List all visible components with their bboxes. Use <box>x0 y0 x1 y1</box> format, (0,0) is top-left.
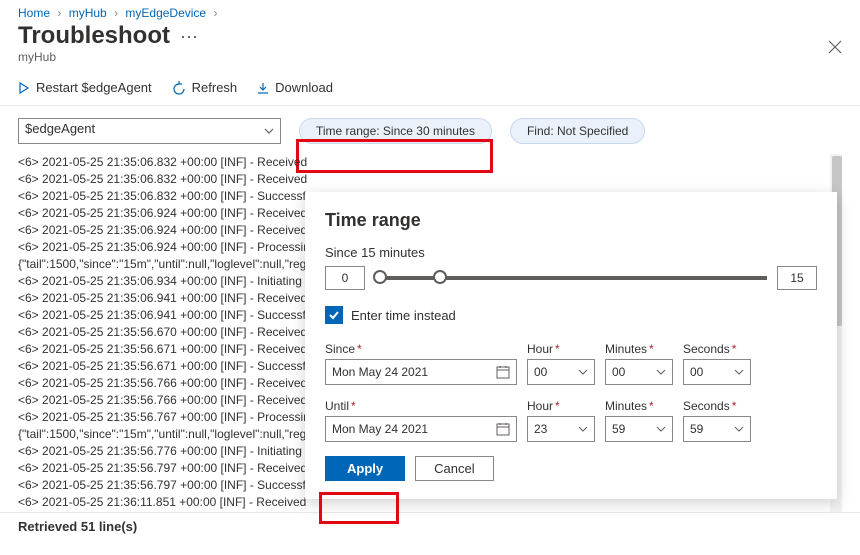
since-slider-label: Since 15 minutes <box>325 245 817 260</box>
check-icon <box>328 309 340 321</box>
chevron-right-icon: › <box>114 6 118 20</box>
chevron-right-icon: › <box>213 6 217 20</box>
status-line: Retrieved 51 line(s) <box>0 512 860 540</box>
since-sec-label: Seconds* <box>683 342 751 356</box>
breadcrumb-device[interactable]: myEdgeDevice <box>125 6 206 20</box>
until-date-input[interactable]: Mon May 24 2021 <box>325 416 517 442</box>
chevron-right-icon: › <box>57 6 61 20</box>
log-line: <6> 2021-05-25 21:35:06.832 +00:00 [INF]… <box>18 154 842 171</box>
more-icon[interactable]: ⋯ <box>180 27 199 48</box>
breadcrumb-home[interactable]: Home <box>18 6 50 20</box>
until-hour-select[interactable]: 23 <box>527 416 595 442</box>
module-select-value: $edgeAgent <box>25 121 95 136</box>
since-min-label: Minutes* <box>605 342 673 356</box>
time-range-callout: Time range Since 15 minutes 0 15 Enter t… <box>305 192 837 499</box>
close-icon[interactable] <box>828 40 842 54</box>
refresh-button[interactable]: Refresh <box>172 80 238 95</box>
play-icon <box>18 82 30 94</box>
enter-time-checkbox[interactable] <box>325 306 343 324</box>
module-select[interactable]: $edgeAgent <box>18 118 281 144</box>
until-date-label: Until* <box>325 399 517 413</box>
refresh-icon <box>172 81 186 95</box>
download-icon <box>257 82 269 94</box>
page-title: Troubleshoot <box>18 22 170 50</box>
since-date-label: Since* <box>325 342 517 356</box>
until-min-select[interactable]: 59 <box>605 416 673 442</box>
find-pill[interactable]: Find: Not Specified <box>510 118 645 144</box>
slider-max-box: 15 <box>777 266 817 290</box>
download-label: Download <box>275 80 333 95</box>
since-sec-select[interactable]: 00 <box>683 359 751 385</box>
callout-heading: Time range <box>325 210 817 231</box>
until-min-label: Minutes* <box>605 399 673 413</box>
chevron-down-icon <box>656 369 666 375</box>
chevron-down-icon <box>656 426 666 432</box>
since-min-select[interactable]: 00 <box>605 359 673 385</box>
chevron-down-icon <box>578 369 588 375</box>
download-button[interactable]: Download <box>257 80 333 95</box>
calendar-icon <box>496 422 510 436</box>
refresh-label: Refresh <box>192 80 238 95</box>
since-hour-select[interactable]: 00 <box>527 359 595 385</box>
since-date-value: Mon May 24 2021 <box>332 365 428 379</box>
breadcrumb-hub[interactable]: myHub <box>69 6 107 20</box>
divider <box>0 105 860 106</box>
enter-time-label: Enter time instead <box>351 308 456 323</box>
chevron-down-icon <box>264 128 274 134</box>
toolbar: Restart $edgeAgent Refresh Download <box>0 74 860 105</box>
since-hour-label: Hour* <box>527 342 595 356</box>
slider-handle-left[interactable] <box>373 270 387 284</box>
restart-button[interactable]: Restart $edgeAgent <box>18 80 152 95</box>
slider-track[interactable] <box>375 276 767 280</box>
until-date-value: Mon May 24 2021 <box>332 422 428 436</box>
chevron-down-icon <box>734 426 744 432</box>
time-range-pill[interactable]: Time range: Since 30 minutes <box>299 118 492 144</box>
calendar-icon <box>496 365 510 379</box>
log-line: <6> 2021-05-25 21:35:06.832 +00:00 [INF]… <box>18 171 842 188</box>
apply-button[interactable]: Apply <box>325 456 405 481</box>
slider-handle-right[interactable] <box>433 270 447 284</box>
until-sec-label: Seconds* <box>683 399 751 413</box>
breadcrumb: Home › myHub › myEdgeDevice › <box>0 0 860 20</box>
restart-label: Restart $edgeAgent <box>36 80 152 95</box>
cancel-button[interactable]: Cancel <box>415 456 493 481</box>
until-sec-select[interactable]: 59 <box>683 416 751 442</box>
slider-min-box: 0 <box>325 266 365 290</box>
until-hour-label: Hour* <box>527 399 595 413</box>
since-date-input[interactable]: Mon May 24 2021 <box>325 359 517 385</box>
chevron-down-icon <box>734 369 744 375</box>
chevron-down-icon <box>578 426 588 432</box>
page-subtitle: myHub <box>0 50 860 74</box>
